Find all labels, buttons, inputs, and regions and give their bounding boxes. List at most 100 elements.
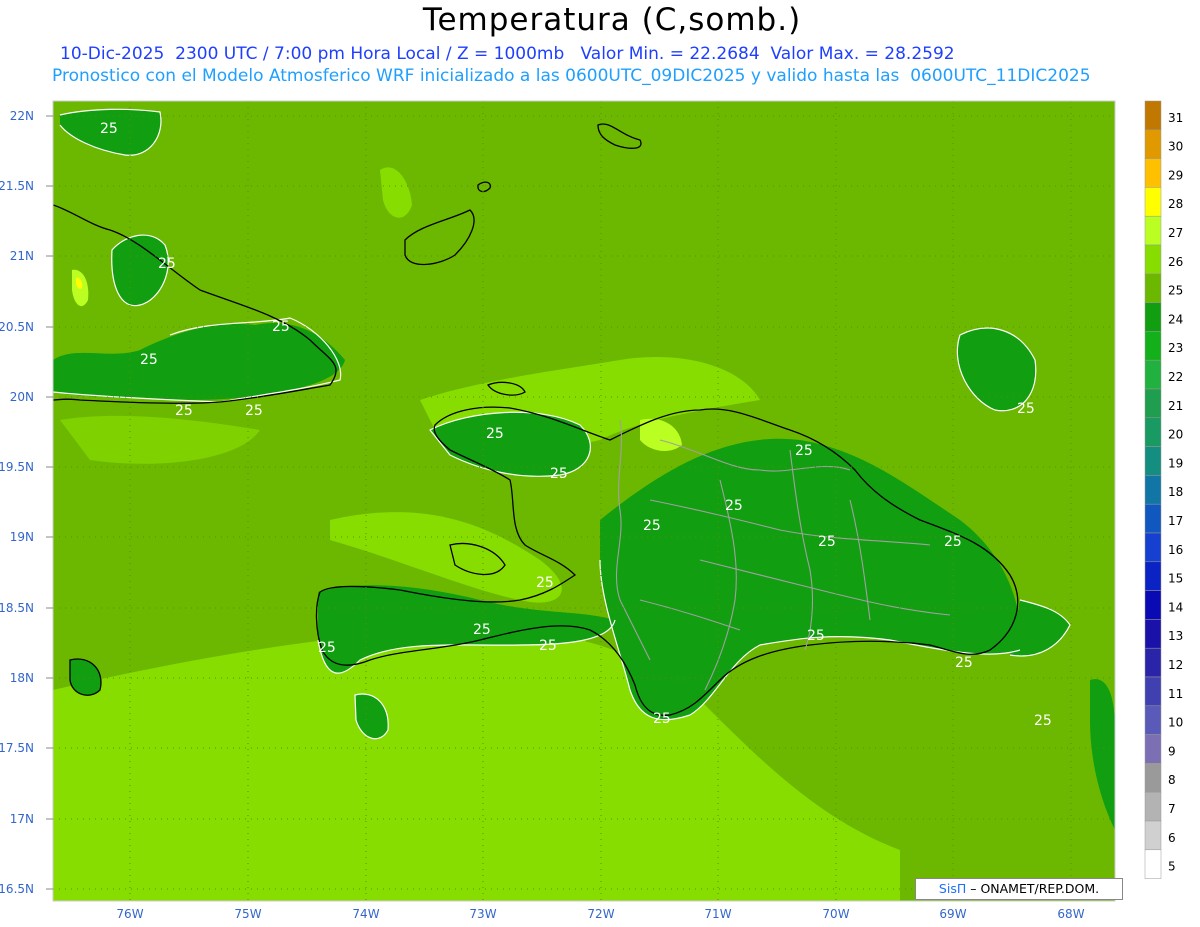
- lat-label: 17.5N: [0, 741, 34, 755]
- colorbar-swatch: [1144, 244, 1162, 275]
- colorbar-label: 10: [1168, 716, 1183, 730]
- temperature-map: 25 25 25 25 25 25 25 25 25 25 25 25 25 2…: [0, 100, 1183, 921]
- svg-text:25: 25: [1034, 713, 1052, 729]
- svg-text:25: 25: [272, 319, 290, 335]
- colorbar-swatch: [1144, 331, 1162, 361]
- colorbar-swatch: [1144, 791, 1162, 822]
- colorbar-swatch: [1144, 705, 1162, 735]
- lon-label: 74W: [352, 907, 379, 921]
- colorbar-swatch: [1144, 734, 1162, 764]
- colorbar-label: 23: [1168, 341, 1183, 355]
- lon-label: 73W: [469, 907, 496, 921]
- svg-text:25: 25: [245, 403, 263, 419]
- lon-axis: 76W 75W 74W 73W 72W 71W 70W 69W 68W: [116, 907, 1084, 921]
- svg-text:25: 25: [536, 575, 554, 591]
- svg-text:25: 25: [818, 534, 836, 550]
- colorbar-label: 24: [1168, 312, 1183, 326]
- colorbar-swatch: [1144, 302, 1162, 332]
- lat-label: 20N: [10, 390, 34, 404]
- lat-label: 19.5N: [0, 460, 34, 474]
- colorbar-swatch: [1144, 388, 1162, 419]
- colorbar-label: 20: [1168, 428, 1183, 442]
- lon-label: 72W: [587, 907, 614, 921]
- lat-label: 17N: [10, 812, 34, 826]
- colorbar-swatch: [1144, 475, 1162, 505]
- colorbar-swatch: [1144, 590, 1162, 620]
- colorbar-label: 28: [1168, 197, 1183, 211]
- colorbar-label: 12: [1168, 658, 1183, 672]
- colorbar-label: 16: [1168, 543, 1183, 557]
- colorbar-label: 15: [1168, 572, 1183, 586]
- credit-logo-text: SisΠ: [938, 881, 967, 896]
- colorbar-swatch: [1144, 561, 1162, 591]
- lat-label: 22N: [10, 109, 34, 123]
- colorbar-swatch: [1144, 359, 1162, 390]
- colorbar-swatch: [1144, 158, 1162, 188]
- svg-text:25: 25: [795, 443, 813, 459]
- colorbar-label: 30: [1168, 140, 1183, 154]
- svg-text:25: 25: [318, 640, 336, 656]
- colorbar-swatch: [1144, 820, 1162, 851]
- colorbar-swatch: [1144, 849, 1162, 879]
- lat-label: 18.5N: [0, 601, 34, 615]
- lat-label: 20.5N: [0, 320, 34, 334]
- colorbar-swatch: [1144, 417, 1162, 447]
- colorbar-swatch: [1144, 619, 1162, 649]
- colorbar-swatch: [1144, 187, 1162, 217]
- credit-text: – ONAMET/REP.DOM.: [970, 881, 1100, 896]
- colorbar-label: 5: [1168, 860, 1176, 874]
- colorbar: 31 30 29 28 27 26 25 24 23 22 21 20 19 18 17 16 15 14 13 12…: [1144, 100, 1183, 879]
- colorbar-label: 8: [1168, 773, 1176, 787]
- colorbar-swatch: [1144, 532, 1162, 563]
- colorbar-label: 21: [1168, 399, 1183, 413]
- svg-text:25: 25: [100, 121, 118, 137]
- svg-text:25: 25: [175, 403, 193, 419]
- colorbar-label: 9: [1168, 744, 1176, 758]
- lat-label: 16.5N: [0, 882, 34, 896]
- svg-text:25: 25: [486, 426, 504, 442]
- svg-text:25: 25: [955, 655, 973, 671]
- colorbar-swatch: [1144, 215, 1162, 246]
- colorbar-label: 6: [1168, 831, 1176, 845]
- svg-text:25: 25: [1017, 401, 1035, 417]
- lat-label: 18N: [10, 671, 34, 685]
- svg-text:25: 25: [643, 518, 661, 534]
- colorbar-swatch: [1144, 503, 1162, 534]
- svg-text:25: 25: [550, 466, 568, 482]
- colorbar-swatch: [1144, 273, 1162, 303]
- colorbar-label: 13: [1168, 629, 1183, 643]
- lat-axis: 22N 21.5N 21N 20.5N 20N 19.5N 19N 18.5N …: [0, 109, 34, 896]
- colorbar-swatch: [1144, 446, 1162, 476]
- lon-label: 69W: [939, 907, 966, 921]
- lon-label: 68W: [1057, 907, 1084, 921]
- colorbar-label: 17: [1168, 514, 1183, 528]
- colorbar-label: 26: [1168, 255, 1183, 269]
- lon-label: 76W: [116, 907, 143, 921]
- lat-ticks: [46, 115, 53, 890]
- colorbar-label: 27: [1168, 226, 1183, 240]
- colorbar-label: 25: [1168, 284, 1183, 298]
- svg-text:25: 25: [653, 711, 671, 727]
- colorbar-label: 7: [1168, 802, 1176, 816]
- svg-text:25: 25: [158, 256, 176, 272]
- svg-text:25: 25: [473, 622, 491, 638]
- colorbar-label: 14: [1168, 600, 1183, 614]
- colorbar-label: 11: [1168, 687, 1183, 701]
- svg-text:25: 25: [807, 628, 825, 644]
- svg-text:25: 25: [140, 352, 158, 368]
- svg-text:25: 25: [725, 498, 743, 514]
- lon-label: 71W: [704, 907, 731, 921]
- lat-label: 21N: [10, 249, 34, 263]
- colorbar-label: 29: [1168, 168, 1183, 182]
- colorbar-swatch: [1144, 129, 1162, 159]
- lon-label: 75W: [234, 907, 261, 921]
- lat-label: 19N: [10, 530, 34, 544]
- lon-label: 70W: [822, 907, 849, 921]
- colorbar-label: 18: [1168, 485, 1183, 499]
- colorbar-swatch: [1144, 763, 1162, 793]
- colorbar-swatch: [1144, 676, 1162, 707]
- credit-box: SisΠ – ONAMET/REP.DOM.: [915, 878, 1123, 900]
- colorbar-label: 22: [1168, 370, 1183, 384]
- lat-label: 21.5N: [0, 179, 34, 193]
- colorbar-label: 19: [1168, 456, 1183, 470]
